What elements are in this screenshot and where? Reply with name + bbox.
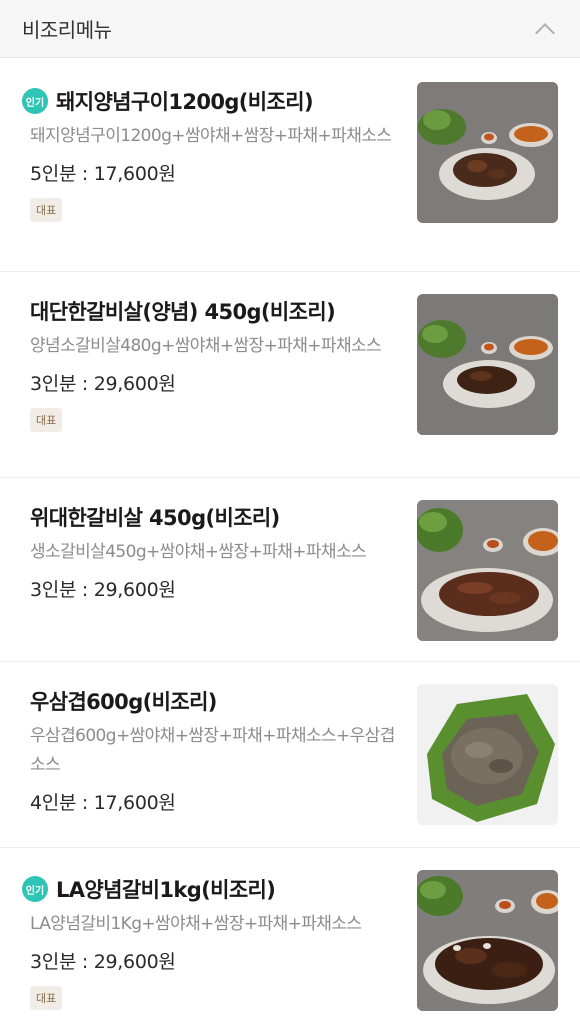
menu-item-photo[interactable] [417, 294, 558, 435]
menu-item-photo[interactable] [417, 82, 558, 223]
menu-item-name: 돼지양념구이1200g(비조리) [56, 90, 314, 114]
menu-item-description: 우삼겹600g+쌈야채+쌈장+파채+파채소스+우삼겹소스 [30, 726, 395, 775]
menu-item-name: 위대한갈비살 450g(비조리) [30, 506, 280, 530]
menu-item[interactable]: 대단한갈비살(양념) 450g(비조리) 양념소갈비살480g+쌈야채+쌈장+파… [0, 272, 580, 478]
food-photo-pork [417, 82, 558, 223]
menu-item-info: 위대한갈비살 450g(비조리) 생소갈비살450g+쌈야채+쌈장+파채+파채소… [30, 502, 402, 602]
menu-item-description: 돼지양념구이1200g+쌈야채+쌈장+파채+파채소스 [30, 126, 392, 146]
representative-tag: 대표 [30, 198, 63, 222]
menu-item-description: 생소갈비살450g+쌈야채+쌈장+파채+파채소스 [30, 542, 367, 562]
food-photo-la-galbi [417, 870, 558, 1011]
menu-item-price: 4인분 : 17,600원 [30, 792, 176, 814]
food-photo-woosamgyeop [417, 684, 558, 825]
menu-item[interactable]: 인기 LA양념갈비1kg(비조리) LA양념갈비1Kg+쌈야채+쌈장+파채+파채… [0, 848, 580, 1023]
menu-item-price: 5인분 : 17,600원 [30, 163, 176, 185]
menu-item-price: 3인분 : 29,600원 [30, 373, 176, 395]
chevron-up-icon[interactable] [535, 22, 555, 43]
menu-item-info: 대단한갈비살(양념) 450g(비조리) 양념소갈비살480g+쌈야채+쌈장+파… [30, 296, 402, 432]
menu-item-name: LA양념갈비1kg(비조리) [56, 878, 276, 902]
representative-tag: 대표 [30, 986, 63, 1010]
menu-item-photo[interactable] [417, 870, 558, 1011]
food-photo-galbisal [417, 294, 558, 435]
menu-item[interactable]: 우삼겹600g(비조리) 우삼겹600g+쌈야채+쌈장+파채+파채소스+우삼겹소… [0, 662, 580, 848]
menu-item-info: 인기 돼지양념구이1200g(비조리) 돼지양념구이1200g+쌈야채+쌈장+파… [22, 86, 402, 222]
representative-tag: 대표 [30, 408, 63, 432]
menu-item-info: 우삼겹600g(비조리) 우삼겹600g+쌈야채+쌈장+파채+파채소스+우삼겹소… [30, 686, 402, 815]
menu-item-description: LA양념갈비1Kg+쌈야채+쌈장+파채+파채소스 [30, 914, 362, 934]
menu-item-description: 양념소갈비살480g+쌈야채+쌈장+파채+파채소스 [30, 336, 382, 356]
menu-item-price: 3인분 : 29,600원 [30, 951, 176, 973]
section-title: 비조리메뉴 [22, 18, 112, 42]
popular-badge: 인기 [22, 876, 48, 902]
menu-list: 인기 돼지양념구이1200g(비조리) 돼지양념구이1200g+쌈야채+쌈장+파… [0, 58, 580, 1023]
menu-item-name: 우삼겹600g(비조리) [30, 690, 217, 714]
menu-item[interactable]: 위대한갈비살 450g(비조리) 생소갈비살450g+쌈야채+쌈장+파채+파채소… [0, 478, 580, 662]
menu-item-info: 인기 LA양념갈비1kg(비조리) LA양념갈비1Kg+쌈야채+쌈장+파채+파채… [22, 874, 402, 1010]
menu-item-photo[interactable] [417, 684, 558, 825]
menu-item-price: 3인분 : 29,600원 [30, 579, 176, 601]
menu-item-name: 대단한갈비살(양념) 450g(비조리) [30, 300, 336, 324]
menu-item-photo[interactable] [417, 500, 558, 641]
menu-item[interactable]: 인기 돼지양념구이1200g(비조리) 돼지양념구이1200g+쌈야채+쌈장+파… [0, 58, 580, 272]
popular-badge: 인기 [22, 88, 48, 114]
menu-section-header[interactable]: 비조리메뉴 [0, 0, 580, 58]
food-photo-raw-galbisal [417, 500, 558, 641]
